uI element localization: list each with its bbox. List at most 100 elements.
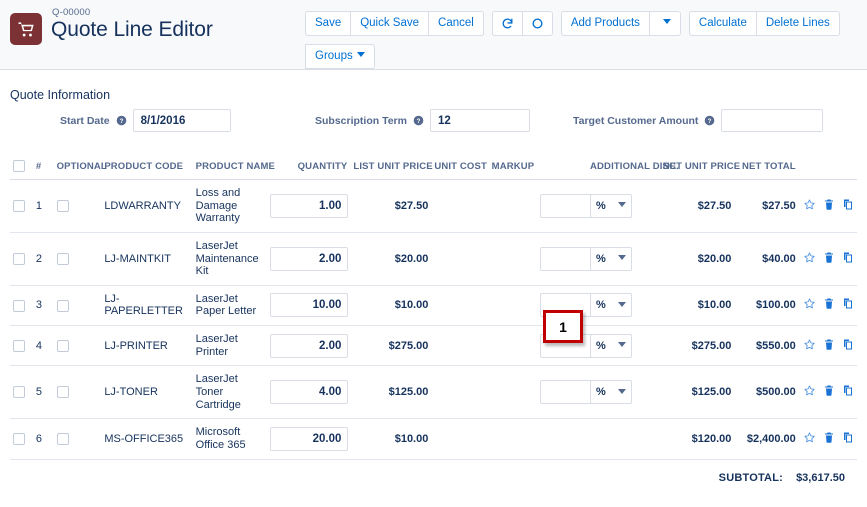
refresh-button[interactable] (491, 11, 523, 36)
row-select-checkbox[interactable] (13, 433, 25, 446)
discount-type-dropdown[interactable]: % (590, 293, 633, 318)
select-all-checkbox[interactable] (13, 160, 25, 172)
discount-type-dropdown[interactable]: % (590, 193, 633, 218)
row-markup (487, 365, 538, 420)
svg-text:?: ? (119, 118, 123, 125)
row-product-code: LDWARRANTY (101, 179, 193, 233)
row-net-total: $27.50 (734, 179, 799, 233)
quantity-input[interactable] (270, 380, 349, 405)
row-product-code: LJ-TONER (101, 365, 193, 420)
subtotal-row: SUBTOTAL: $3,617.50 (719, 472, 845, 484)
row-select-cell (10, 232, 33, 286)
star-icon[interactable] (803, 297, 816, 310)
copy-icon[interactable] (842, 338, 854, 351)
help-icon[interactable]: ? (704, 115, 715, 126)
quantity-input[interactable] (270, 293, 349, 318)
copy-icon[interactable] (842, 431, 854, 444)
optional-checkbox[interactable] (56, 339, 69, 352)
row-select-checkbox[interactable] (13, 339, 25, 352)
table-row: 3 LJ-PAPERLETTERLaserJet Paper Letter $10.… (10, 285, 857, 327)
row-net-total: $500.00 (734, 365, 799, 420)
quick-save-button[interactable]: Quick Save (350, 11, 430, 36)
table-row: 1 LDWARRANTYLoss and Damage Warranty $27.5… (10, 179, 857, 233)
quantity-input[interactable] (270, 246, 349, 271)
calculate-button[interactable]: Calculate (688, 11, 757, 36)
delete-lines-button[interactable]: Delete Lines (755, 11, 840, 36)
copy-icon[interactable] (842, 198, 854, 211)
row-product-name: LaserJet Printer (192, 325, 268, 367)
trash-icon[interactable] (823, 431, 835, 444)
row-discount-type-cell: % (587, 179, 660, 233)
copy-icon[interactable] (842, 384, 854, 397)
start-date-input[interactable] (132, 109, 231, 132)
row-quantity-cell (267, 179, 351, 233)
cancel-button[interactable]: Cancel (428, 11, 484, 36)
discount-type-dropdown[interactable]: % (590, 246, 633, 271)
groups-button[interactable]: Groups (305, 44, 375, 69)
th-discount-type (537, 156, 588, 180)
row-list-unit-price: $10.00 (350, 418, 432, 460)
row-optional-cell (53, 418, 102, 460)
trash-icon[interactable] (823, 198, 835, 211)
quote-lines-grid: # OPTIONAL PRODUCT CODE PRODUCT NAME QUA… (0, 156, 867, 460)
trash-icon[interactable] (823, 338, 835, 351)
row-net-total: $40.00 (734, 232, 799, 286)
optional-checkbox[interactable] (56, 200, 69, 212)
subscription-term-input[interactable] (429, 109, 530, 132)
copy-icon[interactable] (842, 297, 854, 310)
row-product-name: Loss and Damage Warranty (192, 179, 268, 233)
trash-icon[interactable] (823, 297, 835, 310)
row-select-checkbox[interactable] (13, 252, 25, 265)
help-icon[interactable]: ? (413, 115, 424, 126)
circle-icon (531, 17, 544, 30)
help-icon[interactable]: ? (116, 115, 127, 126)
toolbar: Save Quick Save Cancel Add Products Calc… (305, 11, 865, 69)
row-product-code: LJ-MAINTKIT (101, 232, 193, 286)
cancel-calculation-button[interactable] (521, 11, 553, 36)
trash-icon[interactable] (823, 384, 835, 397)
quantity-input[interactable] (270, 426, 349, 451)
optional-checkbox[interactable] (56, 252, 69, 265)
row-product-name: LaserJet Maintenance Kit (192, 232, 268, 286)
chevron-down-icon (618, 301, 627, 307)
save-button[interactable]: Save (305, 11, 352, 36)
row-optional-cell (53, 285, 102, 327)
row-optional-cell (53, 232, 102, 286)
row-select-checkbox[interactable] (13, 386, 25, 399)
row-product-name: LaserJet Paper Letter (192, 285, 268, 327)
svg-text:?: ? (708, 118, 712, 125)
th-net-total: NET TOTAL (734, 156, 799, 180)
star-icon[interactable] (803, 384, 816, 397)
table-body: 1 LDWARRANTYLoss and Damage Warranty $27.5… (10, 179, 857, 460)
row-product-name: Microsoft Office 365 (192, 418, 268, 460)
row-number: 1 (32, 179, 54, 233)
copy-icon[interactable] (842, 251, 854, 264)
row-select-checkbox[interactable] (13, 299, 25, 312)
discount-type-value: % (596, 386, 606, 399)
target-customer-amount-input[interactable] (721, 109, 824, 132)
optional-checkbox[interactable] (56, 299, 69, 312)
quantity-input[interactable] (270, 333, 349, 358)
quantity-input[interactable] (270, 193, 349, 218)
star-icon[interactable] (803, 198, 816, 211)
row-actions-cell (798, 325, 857, 367)
add-products-dropdown-button[interactable] (648, 11, 681, 36)
discount-type-dropdown[interactable]: % (590, 380, 633, 405)
table-header: # OPTIONAL PRODUCT CODE PRODUCT NAME QUA… (10, 156, 857, 180)
star-icon[interactable] (803, 431, 816, 444)
th-markup: MARKUP (487, 156, 538, 180)
star-icon[interactable] (803, 251, 816, 264)
star-icon[interactable] (803, 338, 816, 351)
optional-checkbox[interactable] (56, 433, 69, 446)
row-number: 6 (32, 418, 54, 460)
add-products-button[interactable]: Add Products (560, 11, 650, 36)
row-net-total: $2,400.00 (734, 418, 799, 460)
discount-type-dropdown[interactable]: % (590, 333, 633, 358)
th-quantity: QUANTITY (267, 156, 351, 180)
row-select-cell (10, 418, 33, 460)
row-select-checkbox[interactable] (13, 200, 25, 212)
calculate-button-group: Calculate Delete Lines (688, 11, 840, 36)
trash-icon[interactable] (823, 251, 835, 264)
optional-checkbox[interactable] (56, 386, 69, 399)
row-markup (487, 285, 538, 327)
